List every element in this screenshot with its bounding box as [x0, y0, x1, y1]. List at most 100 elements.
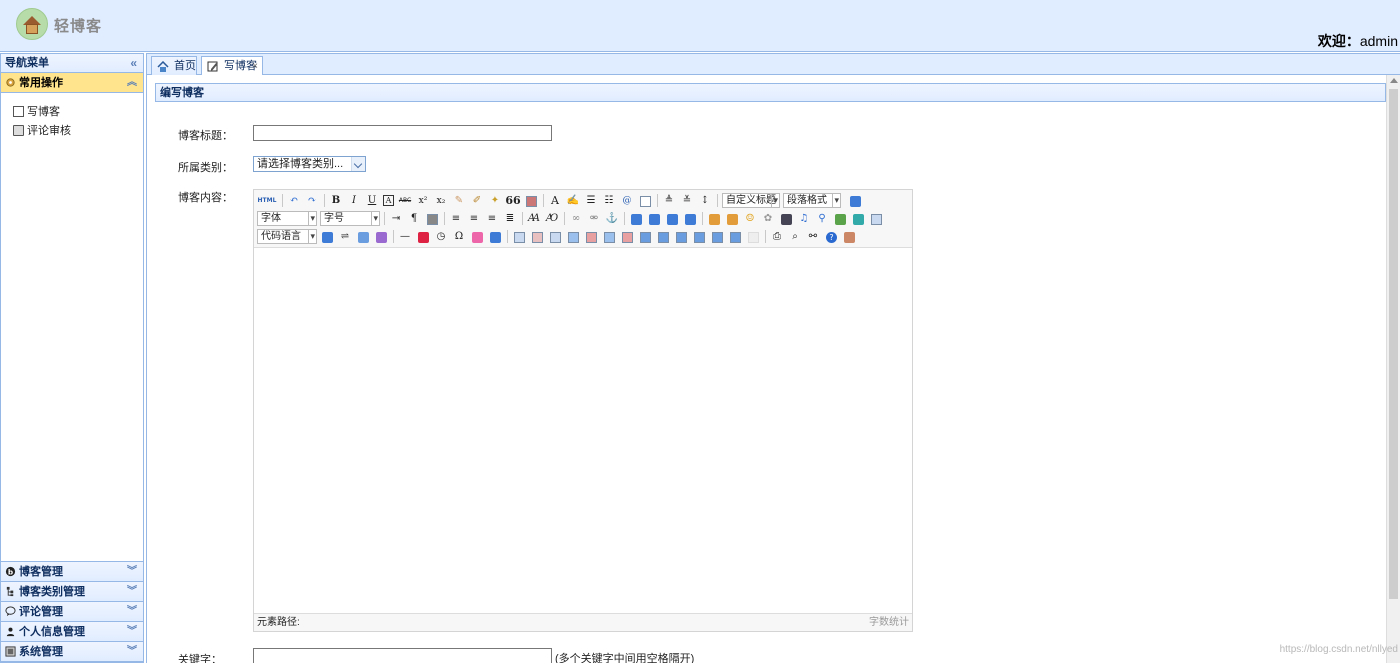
undo-icon[interactable]: ↶ [287, 194, 301, 208]
font-size-combo[interactable]: 字号 [320, 211, 380, 226]
ltr-icon[interactable]: ⇥ [389, 212, 403, 226]
image-center-icon[interactable] [685, 213, 696, 225]
highlight-color-icon[interactable]: ✍ [566, 194, 580, 208]
image-none-icon[interactable] [667, 213, 678, 225]
auto-format-icon[interactable]: ✦ [488, 194, 502, 208]
date-icon[interactable] [418, 231, 429, 243]
tab-home[interactable]: 首页 [151, 56, 197, 76]
italic-icon[interactable]: I [347, 194, 361, 208]
keywords-input[interactable] [253, 648, 552, 663]
sidebar-section-comment[interactable]: 评论管理 ︾ [1, 602, 143, 622]
delete-col-icon[interactable] [622, 231, 633, 243]
sidebar-item-write-blog[interactable]: 写博客 [1, 103, 143, 122]
sidebar-section-profile[interactable]: 个人信息管理 ︾ [1, 622, 143, 642]
row-spacing-bottom-icon[interactable]: ≚ [680, 194, 694, 208]
gmap-icon[interactable] [853, 213, 864, 225]
chart-icon[interactable] [748, 231, 759, 243]
font-color-icon[interactable]: A [548, 194, 562, 208]
line-height-icon[interactable]: ↕ [698, 194, 712, 208]
title-input[interactable] [253, 125, 552, 141]
music-icon[interactable]: ♫ [797, 212, 811, 226]
unordered-list-icon[interactable]: ☷ [602, 194, 616, 208]
search-replace-icon[interactable]: ⚯ [806, 230, 820, 244]
unlink-icon[interactable]: ⚮ [587, 212, 601, 226]
format-brush-icon[interactable]: ✐ [470, 194, 484, 208]
paste-text-icon[interactable] [526, 195, 537, 207]
sidebar-section-blog[interactable]: b 博客管理 ︾ [1, 562, 143, 582]
chevron-up-icon[interactable]: ︽ [127, 73, 137, 93]
close-icon[interactable]: × [252, 57, 258, 76]
help-icon[interactable]: ? [826, 231, 837, 243]
page-break-icon[interactable]: ⇌ [338, 230, 352, 244]
rtl-icon[interactable]: ¶ [407, 212, 421, 226]
custom-title-combo[interactable]: 自定义标题 [722, 193, 780, 208]
align-center-icon[interactable]: ≡ [467, 212, 481, 226]
sidebar-section-system[interactable]: 系统管理 ︾ [1, 642, 143, 662]
multi-image-icon[interactable] [727, 213, 738, 225]
bold-icon[interactable]: B [329, 194, 343, 208]
clear-doc-icon[interactable]: @ [620, 194, 634, 208]
code-language-combo[interactable]: 代码语言 [257, 229, 317, 244]
template-icon[interactable] [376, 231, 387, 243]
insert-frame-icon[interactable] [871, 213, 882, 225]
merge-down-icon[interactable] [676, 231, 687, 243]
link-icon[interactable]: ∞ [569, 212, 583, 226]
subscript-icon[interactable]: x₂ [434, 194, 448, 208]
table-caption-icon[interactable] [550, 231, 561, 243]
merge-right-icon[interactable] [658, 231, 669, 243]
superscript-icon[interactable]: x² [416, 194, 430, 208]
preview-icon[interactable]: ⌕ [788, 230, 802, 244]
split-rows-icon[interactable] [712, 231, 723, 243]
lowercase-icon[interactable]: Ꜵ [545, 212, 559, 226]
print-icon[interactable]: ⎙ [770, 230, 784, 244]
fullscreen-icon[interactable] [850, 195, 861, 207]
scroll-up-arrow-icon[interactable] [1390, 78, 1398, 83]
chevron-down-icon[interactable]: ︾ [127, 622, 137, 642]
editor-content-area[interactable] [254, 248, 912, 613]
background-icon[interactable] [358, 231, 369, 243]
font-border-icon[interactable]: A [383, 195, 394, 206]
chevron-down-icon[interactable]: ︾ [127, 562, 137, 582]
ordered-list-icon[interactable]: ☰ [584, 194, 598, 208]
insert-row-icon[interactable] [568, 231, 579, 243]
snapscreen-icon[interactable] [490, 231, 501, 243]
split-cols-icon[interactable] [730, 231, 741, 243]
chevron-down-icon[interactable]: ︾ [127, 602, 137, 622]
indent-icon[interactable] [427, 213, 438, 225]
align-justify-icon[interactable]: ≣ [503, 212, 517, 226]
emotion-icon[interactable]: ☺ [743, 212, 757, 226]
align-left-icon[interactable]: ≡ [449, 212, 463, 226]
eraser-icon[interactable]: ✎ [452, 194, 466, 208]
word-image-icon[interactable] [472, 231, 483, 243]
image-right-icon[interactable] [649, 213, 660, 225]
insert-image-icon[interactable] [709, 213, 720, 225]
insert-code-icon[interactable] [322, 231, 333, 243]
blockquote-icon[interactable]: 66 [505, 194, 520, 208]
underline-icon[interactable]: U [365, 194, 379, 208]
sidebar-section-common[interactable]: 常用操作 ︽ [1, 73, 143, 93]
category-select[interactable]: 请选择博客类别... [253, 156, 366, 172]
paragraph-format-combo[interactable]: 段落格式 [783, 193, 841, 208]
sidebar-section-category[interactable]: 博客类别管理 ︾ [1, 582, 143, 602]
row-spacing-top-icon[interactable]: ≜ [662, 194, 676, 208]
insert-table-icon[interactable] [514, 231, 525, 243]
map-icon[interactable] [835, 213, 846, 225]
drafts-icon[interactable] [844, 231, 855, 243]
delete-row-icon[interactable] [586, 231, 597, 243]
font-family-combo[interactable]: 字体 [257, 211, 317, 226]
horizontal-rule-icon[interactable]: — [398, 230, 412, 244]
chevron-down-icon[interactable]: ︾ [127, 642, 137, 662]
time-icon[interactable]: ◷ [434, 230, 448, 244]
redo-icon[interactable]: ↷ [305, 194, 319, 208]
insert-video-icon[interactable] [781, 213, 792, 225]
html-source-icon[interactable]: HTML [257, 194, 277, 208]
scrawl-icon[interactable]: ✿ [761, 212, 775, 226]
attachment-icon[interactable]: ⚲ [815, 212, 829, 226]
sidebar-item-comment-review[interactable]: 评论审核 [1, 122, 143, 141]
split-cells-icon[interactable] [694, 231, 705, 243]
special-char-icon[interactable]: Ω [452, 230, 466, 244]
delete-table-icon[interactable] [532, 231, 543, 243]
anchor-icon[interactable]: ⚓ [605, 212, 619, 226]
scrollbar-thumb[interactable] [1389, 89, 1398, 599]
insert-col-icon[interactable] [604, 231, 615, 243]
